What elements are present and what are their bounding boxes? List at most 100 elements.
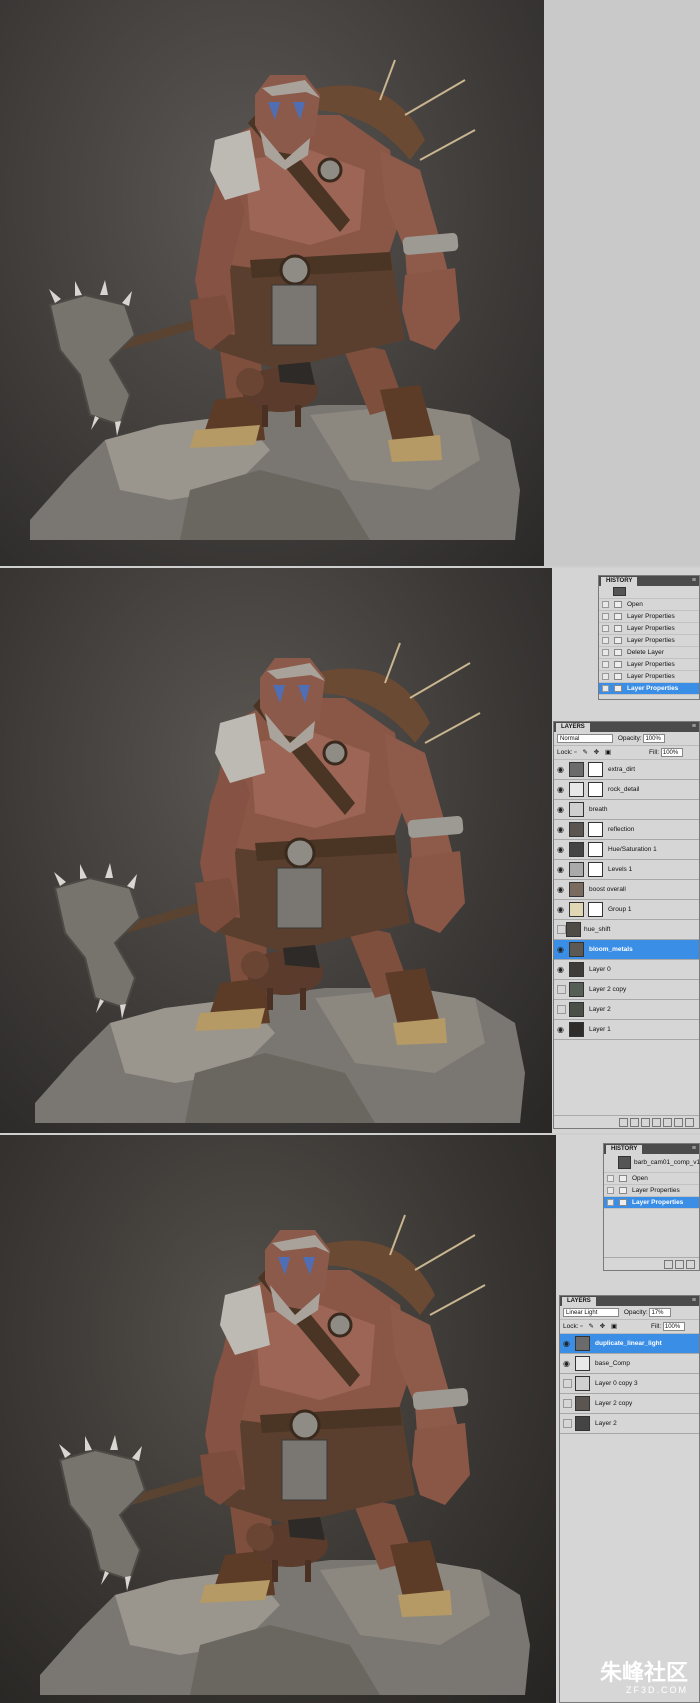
- layer-row[interactable]: ◉ Levels 1: [554, 860, 699, 880]
- lock-icons[interactable]: ▫ ✎ ✥ ▣: [580, 1323, 619, 1330]
- history-step-icon: [614, 673, 622, 680]
- folder-icon[interactable]: [663, 1118, 672, 1127]
- layer-visibility-eye-icon[interactable]: ◉: [557, 905, 566, 914]
- history-tab[interactable]: HISTORY: [601, 577, 638, 586]
- layer-visibility-eye-icon[interactable]: [563, 1399, 572, 1408]
- opacity-input[interactable]: 100%: [643, 733, 666, 743]
- panel-menu-icon[interactable]: ≡: [692, 1297, 696, 1305]
- layer-visibility-eye-icon[interactable]: ◉: [557, 785, 566, 794]
- link-icon[interactable]: [619, 1118, 628, 1127]
- history-source-icon[interactable]: [602, 685, 609, 692]
- layer-visibility-eye-icon[interactable]: [563, 1419, 572, 1428]
- layer-visibility-eye-icon[interactable]: ◉: [557, 865, 566, 874]
- history-source-icon[interactable]: [602, 649, 609, 656]
- history-source-icon[interactable]: [602, 601, 609, 608]
- layer-name: rock_detail: [608, 786, 640, 793]
- layer-row[interactable]: Layer 2: [554, 1000, 699, 1020]
- history-item[interactable]: Layer Properties: [599, 659, 699, 671]
- layer-row[interactable]: Layer 2 copy: [554, 980, 699, 1000]
- history-step-icon: [614, 625, 622, 632]
- layer-row[interactable]: Layer 0 copy 3: [560, 1374, 699, 1394]
- layer-visibility-eye-icon[interactable]: ◉: [557, 945, 566, 954]
- layers-tab[interactable]: LAYERS: [562, 1297, 596, 1306]
- history-source-icon[interactable]: [602, 613, 609, 620]
- history-item[interactable]: Layer Properties: [599, 635, 699, 647]
- history-item[interactable]: Delete Layer: [599, 647, 699, 659]
- history-item[interactable]: Layer Properties: [599, 623, 699, 635]
- layer-name: duplicate_linear_light: [595, 1340, 662, 1347]
- layer-row[interactable]: ◉ reflection: [554, 820, 699, 840]
- layer-visibility-eye-icon[interactable]: [563, 1379, 572, 1388]
- history-snapshot[interactable]: barb_cam01_comp_v101: [604, 1154, 700, 1173]
- layer-thumbnail: [575, 1396, 590, 1411]
- history-item[interactable]: Layer Properties: [599, 683, 699, 695]
- layer-row[interactable]: ◉ Layer 0: [554, 960, 699, 980]
- layer-visibility-eye-icon[interactable]: [557, 925, 566, 934]
- layer-row[interactable]: ◉ Group 1: [554, 900, 699, 920]
- panel-menu-icon[interactable]: ≡: [692, 723, 696, 731]
- fill-input[interactable]: 100%: [662, 1321, 685, 1331]
- fx-icon[interactable]: [630, 1118, 639, 1127]
- mask-icon[interactable]: [641, 1118, 650, 1127]
- layer-name: reflection: [608, 826, 635, 833]
- layer-visibility-eye-icon[interactable]: ◉: [557, 805, 566, 814]
- blend-mode-select[interactable]: Normal: [557, 733, 613, 743]
- layer-visibility-eye-icon[interactable]: ◉: [557, 1025, 566, 1034]
- watermark-brand: 朱峰社区: [599, 1660, 688, 1685]
- layer-name: hue_shift: [584, 926, 611, 933]
- layer-row[interactable]: ◉ extra_dirt: [554, 760, 699, 780]
- panel-menu-icon[interactable]: ≡: [692, 1145, 696, 1153]
- history-source-icon[interactable]: [602, 625, 609, 632]
- history-source-icon[interactable]: [607, 1175, 614, 1182]
- adjustment-icon[interactable]: [652, 1118, 661, 1127]
- history-item[interactable]: Layer Properties: [599, 671, 699, 683]
- layer-row[interactable]: ◉ duplicate_linear_light: [560, 1334, 699, 1354]
- layer-visibility-eye-icon[interactable]: ◉: [563, 1359, 572, 1368]
- history-source-icon[interactable]: [602, 637, 609, 644]
- layer-visibility-eye-icon[interactable]: ◉: [557, 885, 566, 894]
- layers-tab[interactable]: LAYERS: [556, 723, 590, 732]
- lock-icons[interactable]: ▫ ✎ ✥ ▣: [574, 749, 613, 756]
- history-item[interactable]: Open: [599, 599, 699, 611]
- layer-row[interactable]: Layer 2: [560, 1414, 699, 1434]
- opacity-input[interactable]: 17%: [649, 1307, 672, 1317]
- snapshot-icon[interactable]: [675, 1260, 684, 1269]
- history-item[interactable]: Layer Properties: [599, 611, 699, 623]
- layer-row[interactable]: Layer 2 copy: [560, 1394, 699, 1414]
- layer-row[interactable]: ◉ boost overall: [554, 880, 699, 900]
- layers-footer: [554, 1115, 699, 1128]
- history-item-label: Layer Properties: [627, 685, 679, 692]
- trash-icon[interactable]: [685, 1118, 694, 1127]
- history-snapshot[interactable]: [599, 586, 699, 599]
- history-item[interactable]: Layer Properties: [604, 1197, 699, 1209]
- layer-visibility-eye-icon[interactable]: ◉: [557, 765, 566, 774]
- layer-row[interactable]: ◉ Layer 1: [554, 1020, 699, 1040]
- blend-mode-select[interactable]: Linear Light: [563, 1307, 619, 1317]
- history-tab[interactable]: HISTORY: [606, 1145, 643, 1154]
- history-source-icon[interactable]: [602, 661, 609, 668]
- layer-visibility-eye-icon[interactable]: ◉: [563, 1339, 572, 1348]
- history-footer: [604, 1257, 699, 1270]
- layer-visibility-eye-icon[interactable]: ◉: [557, 845, 566, 854]
- layer-row[interactable]: ◉ rock_detail: [554, 780, 699, 800]
- layer-visibility-eye-icon[interactable]: [557, 985, 566, 994]
- history-source-icon[interactable]: [607, 1187, 614, 1194]
- new-layer-icon[interactable]: [674, 1118, 683, 1127]
- layer-row[interactable]: ◉ breath: [554, 800, 699, 820]
- layer-visibility-eye-icon[interactable]: ◉: [557, 965, 566, 974]
- history-source-icon[interactable]: [607, 1199, 614, 1206]
- layer-visibility-eye-icon[interactable]: [557, 1005, 566, 1014]
- trash-icon[interactable]: [686, 1260, 695, 1269]
- panel-menu-icon[interactable]: ≡: [692, 577, 696, 585]
- layer-row[interactable]: hue_shift: [554, 920, 699, 940]
- new-document-icon[interactable]: [664, 1260, 673, 1269]
- fill-input[interactable]: 100%: [660, 747, 683, 757]
- history-source-icon[interactable]: [602, 673, 609, 680]
- history-item[interactable]: Layer Properties: [604, 1185, 699, 1197]
- layer-thumbnail: [569, 842, 584, 857]
- layer-row[interactable]: ◉ base_Comp: [560, 1354, 699, 1374]
- history-item[interactable]: Open: [604, 1173, 699, 1185]
- layer-row[interactable]: ◉ Hue/Saturation 1: [554, 840, 699, 860]
- layer-visibility-eye-icon[interactable]: ◉: [557, 825, 566, 834]
- layer-row[interactable]: ◉ bloom_metals: [554, 940, 699, 960]
